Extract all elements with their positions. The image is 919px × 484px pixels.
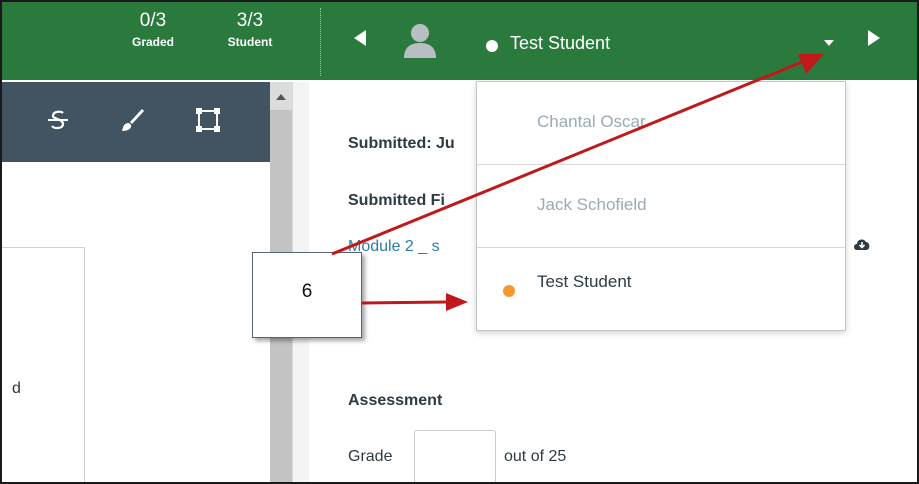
dropdown-item-label: Jack Schofield <box>537 195 647 214</box>
student-dropdown-menu: Chantal Oscar Jack Schofield Test Studen… <box>476 81 846 331</box>
dropdown-item-test-student[interactable]: Test Student <box>477 248 845 330</box>
dropdown-item-jack[interactable]: Jack Schofield <box>477 165 845 247</box>
graded-label: Graded <box>131 35 174 49</box>
step-callout: 6 <box>252 252 362 338</box>
student-label: Student <box>227 35 273 49</box>
scroll-up-icon[interactable] <box>276 94 286 100</box>
step-number: 6 <box>301 281 313 302</box>
header-divider <box>320 8 321 76</box>
grade-input[interactable] <box>414 430 496 482</box>
submitted-files-label: Submitted Fi <box>348 192 445 209</box>
assessment-heading: Assessment <box>348 392 443 409</box>
dropdown-item-chantal[interactable]: Chantal Oscar <box>477 82 845 164</box>
document-text-fragment: d <box>12 380 21 397</box>
dropdown-item-label: Chantal Oscar <box>537 112 646 131</box>
crop-select-icon[interactable] <box>194 106 222 134</box>
student-stat: 3/3 Student <box>220 10 280 52</box>
student-count: 3/3 <box>236 10 264 31</box>
speedgrader-header: 0/3 Graded 3/3 Student Test Student <box>2 2 917 80</box>
submitted-label: Submitted: Ju <box>348 135 455 152</box>
brush-icon[interactable] <box>118 106 146 134</box>
current-student-name[interactable]: Test Student <box>510 33 610 54</box>
student-dropdown-caret-icon[interactable] <box>824 40 834 46</box>
speedgrader-screen: 0/3 Graded 3/3 Student Test Student d Su… <box>0 0 919 484</box>
graded-count: 0/3 <box>139 10 167 31</box>
status-dot <box>486 40 498 52</box>
document-page <box>2 247 85 482</box>
user-avatar-icon <box>404 24 436 58</box>
strikethrough-icon[interactable] <box>44 106 72 134</box>
graded-stat: 0/3 Graded <box>130 10 176 52</box>
current-student-dot <box>503 285 515 297</box>
grade-out-of: out of 25 <box>504 448 567 465</box>
previous-student-button[interactable] <box>354 30 366 46</box>
dropdown-item-label: Test Student <box>537 272 632 291</box>
grade-label: Grade <box>348 448 393 465</box>
next-student-button[interactable] <box>868 30 880 46</box>
cloud-download-icon[interactable] <box>852 234 872 254</box>
arrow-to-test-student <box>361 300 449 305</box>
arrow-head-test-student <box>446 293 468 311</box>
annotation-toolbar <box>2 82 270 162</box>
